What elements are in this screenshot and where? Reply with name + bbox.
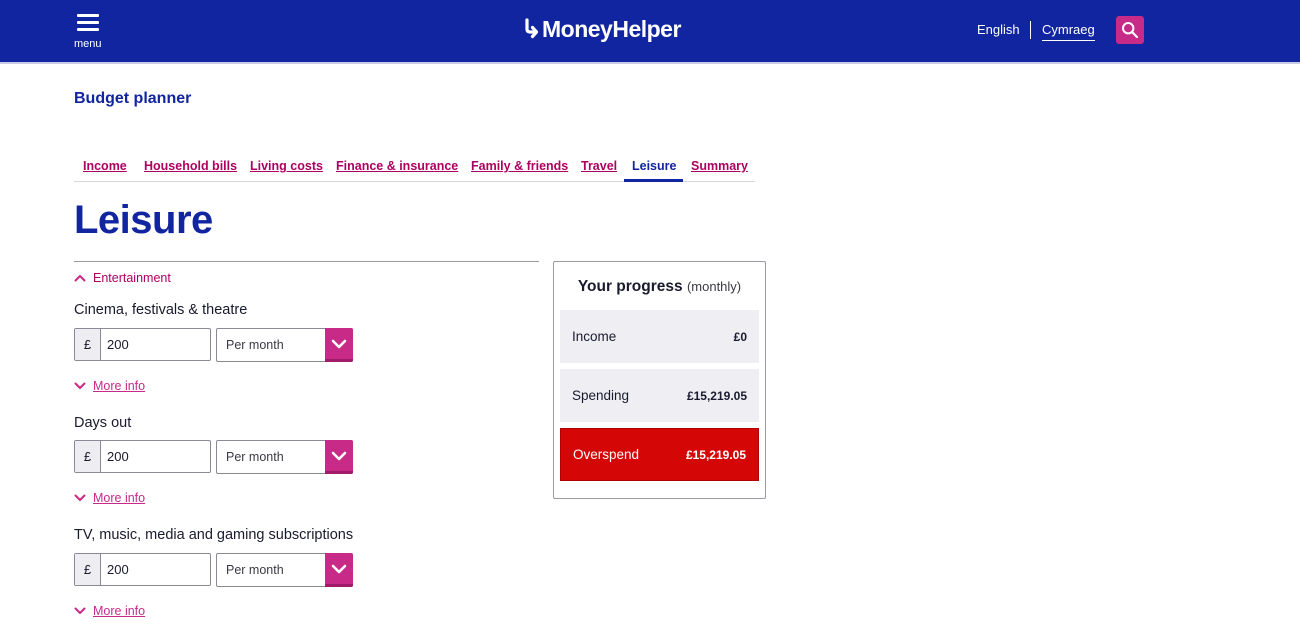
tab-summary[interactable]: Summary bbox=[691, 159, 748, 173]
progress-panel: Your progress (monthly) Income £0 Spendi… bbox=[553, 261, 766, 499]
menu-label: menu bbox=[74, 38, 102, 50]
progress-row-spending: Spending £15,219.05 bbox=[560, 369, 759, 422]
chevron-down-icon bbox=[74, 382, 86, 389]
section-heading: Leisure bbox=[74, 198, 213, 242]
amount-value[interactable]: 200 bbox=[101, 329, 210, 360]
dropdown-button[interactable] bbox=[325, 440, 353, 474]
language-english-link[interactable]: English bbox=[977, 22, 1020, 37]
tab-leisure[interactable]: Leisure bbox=[632, 159, 676, 173]
frequency-value: Per month bbox=[226, 563, 284, 577]
subscriptions-amount-input[interactable]: £ 200 bbox=[74, 553, 211, 586]
progress-row-income: Income £0 bbox=[560, 310, 759, 363]
progress-title-text: Your progress bbox=[577, 278, 683, 295]
progress-row-overspend: Overspend £15,219.05 bbox=[560, 428, 759, 481]
language-welsh-link[interactable]: Cymraeg bbox=[1042, 22, 1095, 41]
tab-living-costs[interactable]: Living costs bbox=[250, 159, 323, 173]
language-divider bbox=[1030, 21, 1031, 39]
logo-text: MoneyHelper bbox=[542, 15, 681, 42]
dropdown-button[interactable] bbox=[325, 328, 353, 362]
menu-button[interactable]: menu bbox=[74, 12, 104, 52]
currency-prefix: £ bbox=[75, 554, 101, 585]
more-info-label: More info bbox=[93, 491, 146, 505]
cinema-frequency-select[interactable]: Per month bbox=[216, 328, 353, 362]
entertainment-toggle[interactable]: Entertainment bbox=[74, 271, 171, 285]
chevron-down-icon bbox=[74, 494, 86, 501]
field-label-subscriptions: TV, music, media and gaming subscription… bbox=[74, 527, 354, 543]
hamburger-icon bbox=[77, 14, 99, 31]
search-icon bbox=[1122, 22, 1139, 39]
progress-row-amount: £15,219.05 bbox=[686, 388, 747, 403]
section-toggle-label: Entertainment bbox=[93, 271, 171, 285]
more-info-subscriptions[interactable]: More info bbox=[74, 604, 145, 618]
progress-subtitle: (monthly) bbox=[686, 279, 742, 294]
tab-income[interactable]: Income bbox=[83, 159, 127, 173]
frequency-value: Per month bbox=[226, 450, 284, 464]
tab-travel[interactable]: Travel bbox=[581, 159, 617, 173]
cinema-amount-input[interactable]: £ 200 bbox=[74, 328, 211, 361]
heading-divider bbox=[74, 261, 539, 262]
active-tab-indicator bbox=[624, 179, 683, 182]
days-out-amount-input[interactable]: £ 200 bbox=[74, 440, 211, 473]
progress-row-label: Income bbox=[572, 329, 617, 344]
progress-row-label: Overspend bbox=[573, 447, 640, 462]
more-info-label: More info bbox=[93, 604, 146, 618]
logo-arrow-icon bbox=[525, 18, 539, 39]
chevron-down-icon bbox=[74, 607, 86, 614]
days-out-frequency-select[interactable]: Per month bbox=[216, 440, 353, 474]
progress-row-amount: £0 bbox=[733, 329, 747, 344]
amount-value[interactable]: 200 bbox=[101, 441, 210, 472]
chevron-up-icon bbox=[74, 275, 86, 282]
tab-family-friends[interactable]: Family & friends bbox=[471, 159, 568, 173]
currency-prefix: £ bbox=[75, 329, 101, 360]
search-button[interactable] bbox=[1116, 16, 1144, 44]
chevron-down-icon bbox=[331, 564, 347, 573]
amount-value[interactable]: 200 bbox=[101, 554, 210, 585]
frequency-value: Per month bbox=[226, 338, 284, 352]
more-info-days-out[interactable]: More info bbox=[74, 491, 145, 505]
field-label-cinema: Cinema, festivals & theatre bbox=[74, 302, 248, 318]
subscriptions-frequency-select[interactable]: Per month bbox=[216, 553, 353, 587]
more-info-label: More info bbox=[93, 379, 146, 393]
field-label-days-out: Days out bbox=[74, 415, 132, 431]
page-title: Budget planner bbox=[74, 90, 192, 107]
progress-row-amount: £15,219.05 bbox=[685, 447, 746, 462]
moneyhelper-logo[interactable]: MoneyHelper bbox=[524, 14, 681, 44]
site-header: menu MoneyHelper English Cymraeg bbox=[0, 0, 1300, 64]
more-info-cinema[interactable]: More info bbox=[74, 379, 145, 393]
chevron-down-icon bbox=[331, 451, 347, 460]
tab-household-bills[interactable]: Household bills bbox=[144, 159, 237, 173]
dropdown-button[interactable] bbox=[325, 553, 353, 587]
progress-title: Your progress (monthly) bbox=[554, 278, 765, 296]
budget-tabs: Income Household bills Living costs Fina… bbox=[74, 152, 755, 182]
chevron-down-icon bbox=[331, 339, 347, 348]
tab-finance-insurance[interactable]: Finance & insurance bbox=[336, 159, 458, 173]
progress-row-label: Spending bbox=[572, 388, 630, 403]
currency-prefix: £ bbox=[75, 441, 101, 472]
